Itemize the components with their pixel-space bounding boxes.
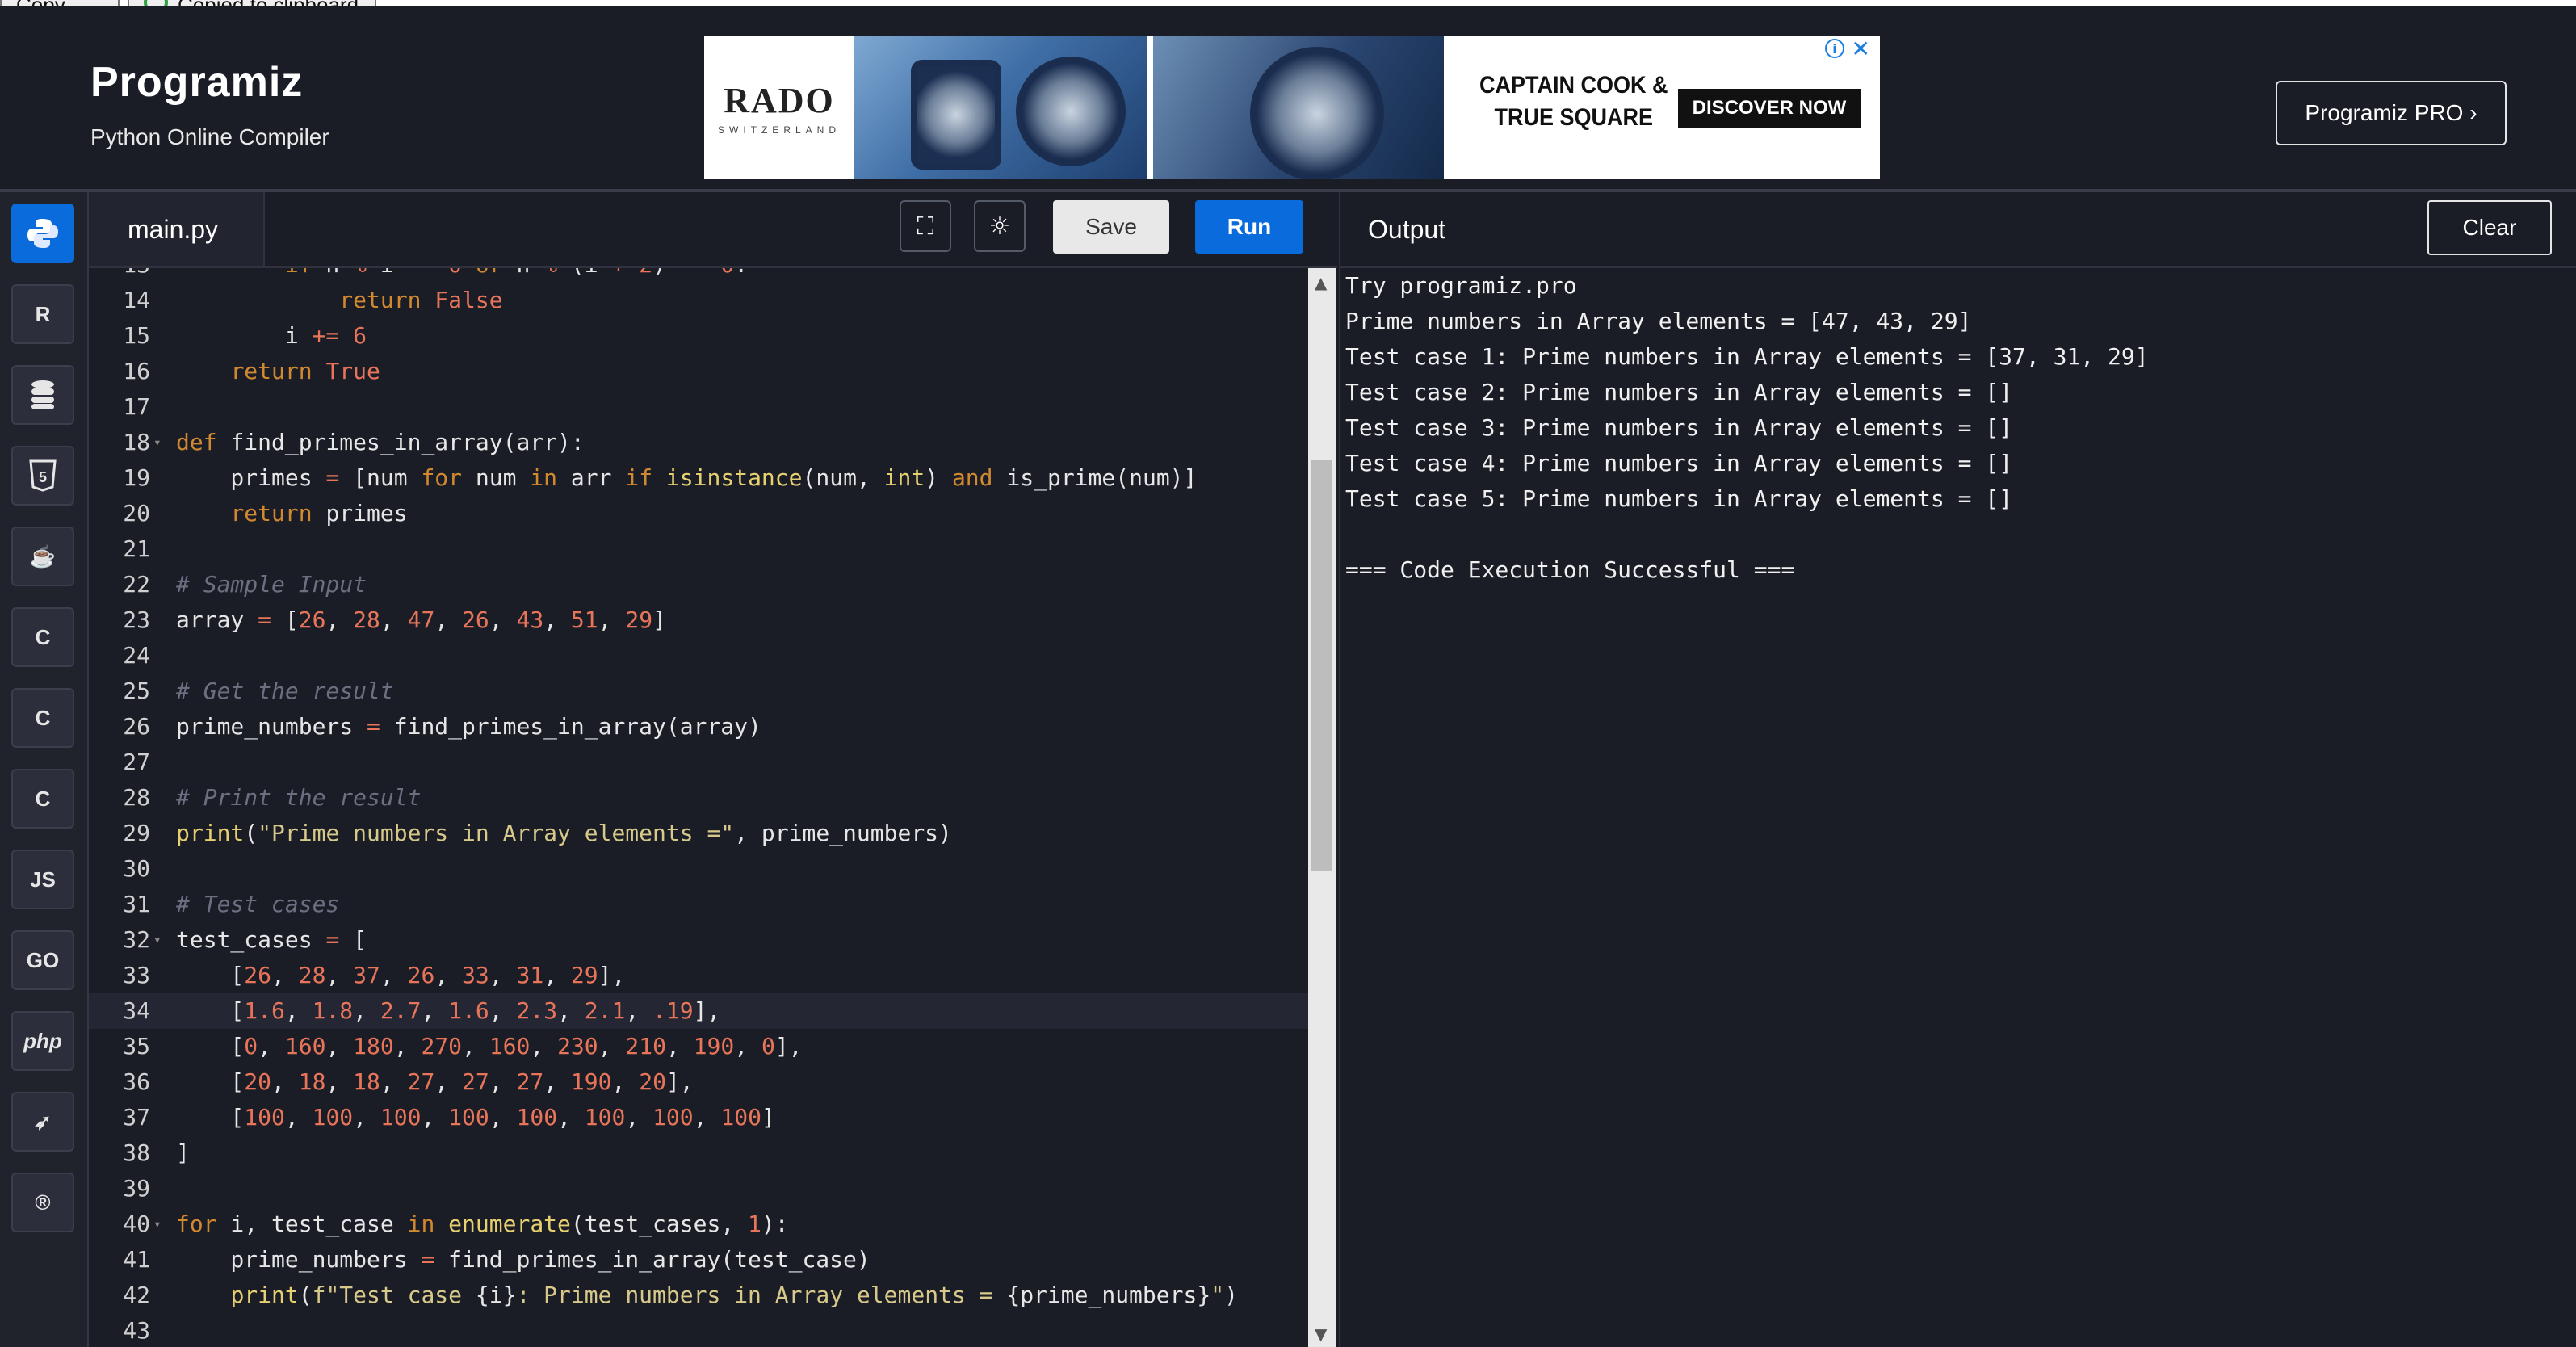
code-line-current: 34 [1.6, 1.8, 2.7, 1.6, 2.3, 2.1, .19],: [89, 993, 1308, 1029]
programiz-logo[interactable]: Programiz: [90, 58, 303, 107]
output-console: Try programiz.pro Prime numbers in Array…: [1339, 268, 2576, 1347]
output-line: Test case 5: Prime numbers in Array elem…: [1345, 485, 2013, 512]
code-line: 27: [123, 749, 150, 775]
ad-headline: CAPTAIN COOK & TRUE SQUARE: [1479, 69, 1668, 134]
code-line: 33 [26, 28, 37, 26, 33, 31, 29],: [123, 962, 626, 988]
ad-headline-line-2: TRUE SQUARE: [1494, 104, 1654, 131]
ad-brand-sub: SWITZERLAND: [717, 124, 841, 136]
code-line: 22 # Sample Input: [123, 571, 367, 598]
code-line: 25 # Get the result: [123, 678, 394, 704]
swift-icon[interactable]: ➶: [11, 1092, 74, 1152]
language-sidebar: R 5 ☕ C C C JS GO php ➶ ®: [0, 192, 89, 1347]
csharp-icon[interactable]: C: [11, 769, 74, 829]
theme-toggle-icon[interactable]: ☼: [974, 200, 1026, 252]
svg-text:5: 5: [39, 469, 47, 485]
programiz-pro-button[interactable]: Programiz PRO ›: [2276, 81, 2507, 145]
ad-close-icon[interactable]: ✕: [1852, 36, 1870, 62]
r-icon[interactable]: R: [11, 284, 74, 344]
cpp-icon[interactable]: C: [11, 688, 74, 748]
code-line: 36 [20, 18, 18, 27, 27, 27, 190, 20],: [123, 1068, 694, 1095]
code-line: 32 ▾ test_cases = [: [123, 926, 367, 953]
go-icon[interactable]: GO: [11, 930, 74, 990]
code-line: 26 prime_numbers = find_primes_in_array(a…: [123, 713, 761, 740]
code-line: 31 # Test cases: [123, 891, 340, 917]
output-line: Test case 4: Prime numbers in Array elem…: [1345, 450, 2013, 476]
ad-discover-button[interactable]: DISCOVER NOW: [1678, 89, 1861, 128]
output-line: Try programiz.pro: [1345, 272, 1577, 299]
code-line: 20 return primes: [123, 500, 408, 527]
code-line: 43: [123, 1317, 150, 1344]
code-line: 21: [123, 535, 150, 562]
page-subtitle: Python Online Compiler: [90, 124, 329, 149]
output-status-line: === Code Execution Successful ===: [1345, 556, 1795, 583]
code-line: 15 i += 6: [123, 322, 367, 349]
file-tab-main[interactable]: main.py: [89, 192, 265, 266]
output-title: Output: [1368, 215, 1446, 244]
html-icon[interactable]: 5: [11, 446, 74, 506]
code-line: 28 # Print the result: [123, 784, 422, 811]
java-icon[interactable]: ☕: [11, 527, 74, 586]
python-icon[interactable]: [11, 204, 74, 263]
scroll-down-icon[interactable]: ▼: [1315, 1324, 1327, 1344]
code-line: 35 [0, 160, 180, 270, 160, 230, 210, 190…: [123, 1033, 803, 1060]
sql-icon[interactable]: [11, 365, 74, 425]
code-line: 19 primes = [num for num in arr if isins…: [123, 464, 1198, 491]
output-line: Test case 3: Prime numbers in Array elem…: [1345, 414, 2013, 441]
code-line: 38]: [123, 1139, 190, 1166]
scroll-up-icon[interactable]: ▲: [1315, 273, 1327, 292]
ad-watch-image-1: [854, 36, 1147, 179]
rust-icon[interactable]: ®: [11, 1173, 74, 1232]
ad-brand-block: RADO SWITZERLAND: [704, 36, 854, 179]
site-header: Programiz Python Online Compiler RADO SW…: [0, 6, 2576, 192]
code-line: 24: [123, 642, 150, 669]
code-editor[interactable]: 13 if n % i == 0 or n % (i + 2) == 0: 14…: [89, 268, 1308, 1347]
code-line: 23 array = [26, 28, 47, 26, 43, 51, 29]: [123, 606, 666, 633]
code-line: 39: [123, 1175, 150, 1202]
code-line: 42 print(f"Test case {i}: Prime numbers …: [123, 1282, 1238, 1308]
ad-watch-image-2: [1153, 36, 1444, 179]
fullscreen-icon[interactable]: ⛶: [900, 200, 951, 252]
scrollbar-thumb[interactable]: [1311, 460, 1332, 871]
save-button[interactable]: Save: [1053, 200, 1169, 254]
code-line: 29 print("Prime numbers in Array elements…: [123, 820, 952, 846]
ad-headline-line-1: CAPTAIN COOK &: [1479, 72, 1668, 99]
code-line: 37 [100, 100, 100, 100, 100, 100, 100, 1…: [123, 1104, 775, 1131]
javascript-icon[interactable]: JS: [11, 850, 74, 909]
code-line: 14 return False: [123, 287, 503, 313]
code-line: 17: [123, 393, 150, 420]
ad-info-icon[interactable]: i: [1825, 39, 1844, 58]
code-line: 40 ▾ for i, test_case in enumerate(test_ca…: [123, 1211, 789, 1237]
code-line: 30: [123, 855, 150, 882]
editor-toolbar: main.py ⛶ ☼ Save Run: [89, 192, 1337, 268]
output-line: Test case 2: Prime numbers in Array elem…: [1345, 379, 2013, 405]
code-line: 18 ▾ def find_primes_in_array(arr):: [123, 429, 585, 455]
clear-button[interactable]: Clear: [2427, 200, 2552, 255]
ad-brand: RADO: [724, 80, 835, 120]
code-line: 13 if n % i == 0 or n % (i + 2) == 0:: [89, 268, 1308, 283]
output-line: Prime numbers in Array elements = [47, 4…: [1345, 308, 1972, 334]
run-button[interactable]: Run: [1195, 200, 1303, 254]
output-header: Output Clear: [1339, 192, 2576, 268]
code-line: 41 prime_numbers = find_primes_in_array(…: [123, 1246, 871, 1273]
php-icon[interactable]: php: [11, 1011, 74, 1071]
output-line: Test case 1: Prime numbers in Array elem…: [1345, 343, 2149, 370]
editor-scrollbar[interactable]: ▲ ▼: [1308, 268, 1336, 1347]
advertisement-banner[interactable]: RADO SWITZERLAND CAPTAIN COOK & TRUE SQU…: [704, 36, 1880, 179]
code-line: 16 return True: [123, 358, 380, 384]
c-icon[interactable]: C: [11, 607, 74, 667]
